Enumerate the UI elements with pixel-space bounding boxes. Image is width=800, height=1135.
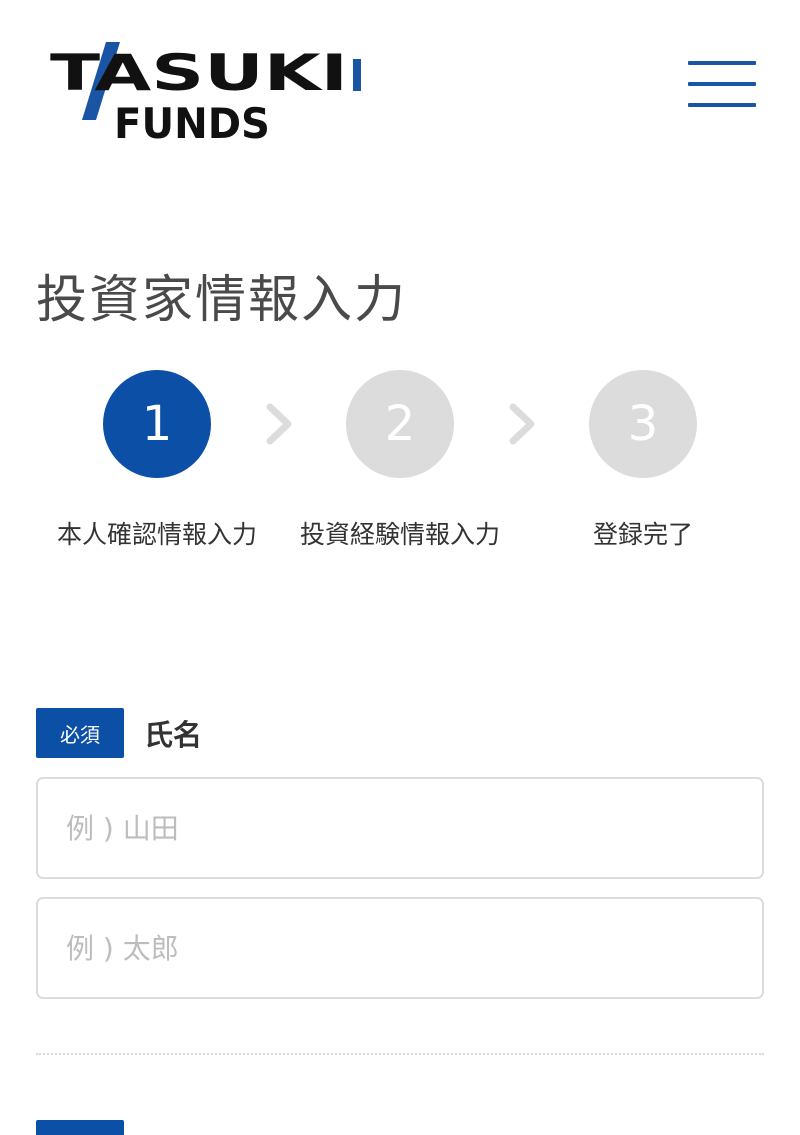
logo-text-bottom: FUNDS	[114, 99, 270, 143]
step-2: 2 投資経験情報入力	[295, 370, 505, 554]
first-name-input[interactable]	[36, 897, 764, 999]
required-badge	[36, 1120, 124, 1135]
chevron-right-icon	[509, 403, 535, 445]
logo[interactable]: TASUKI FUNDS	[50, 38, 370, 143]
step-1-number: 1	[103, 370, 211, 478]
name-field-header: 必須 氏名	[36, 708, 202, 758]
next-field-header	[36, 1120, 144, 1135]
step-3: 3 登録完了	[538, 370, 748, 554]
page-title: 投資家情報入力	[36, 271, 408, 330]
logo-text-top: TASUKI	[50, 44, 348, 102]
section-divider	[36, 1053, 764, 1055]
progress-stepper: 1 本人確認情報入力 2 投資経験情報入力 3 登録完了	[0, 370, 800, 600]
header: TASUKI FUNDS	[0, 0, 800, 150]
chevron-right-icon	[266, 403, 292, 445]
step-1: 1 本人確認情報入力	[52, 370, 262, 554]
name-field-label: 氏名	[144, 718, 203, 752]
tasuki-funds-logo-icon: TASUKI FUNDS	[50, 42, 361, 143]
step-2-number: 2	[346, 370, 454, 478]
last-name-input[interactable]	[36, 777, 764, 879]
hamburger-menu-icon[interactable]	[686, 58, 758, 110]
required-badge: 必須	[36, 708, 124, 758]
step-3-label: 登録完了	[592, 520, 693, 549]
step-1-label: 本人確認情報入力	[56, 520, 257, 549]
step-2-label: 投資経験情報入力	[299, 520, 500, 549]
step-3-number: 3	[589, 370, 697, 478]
